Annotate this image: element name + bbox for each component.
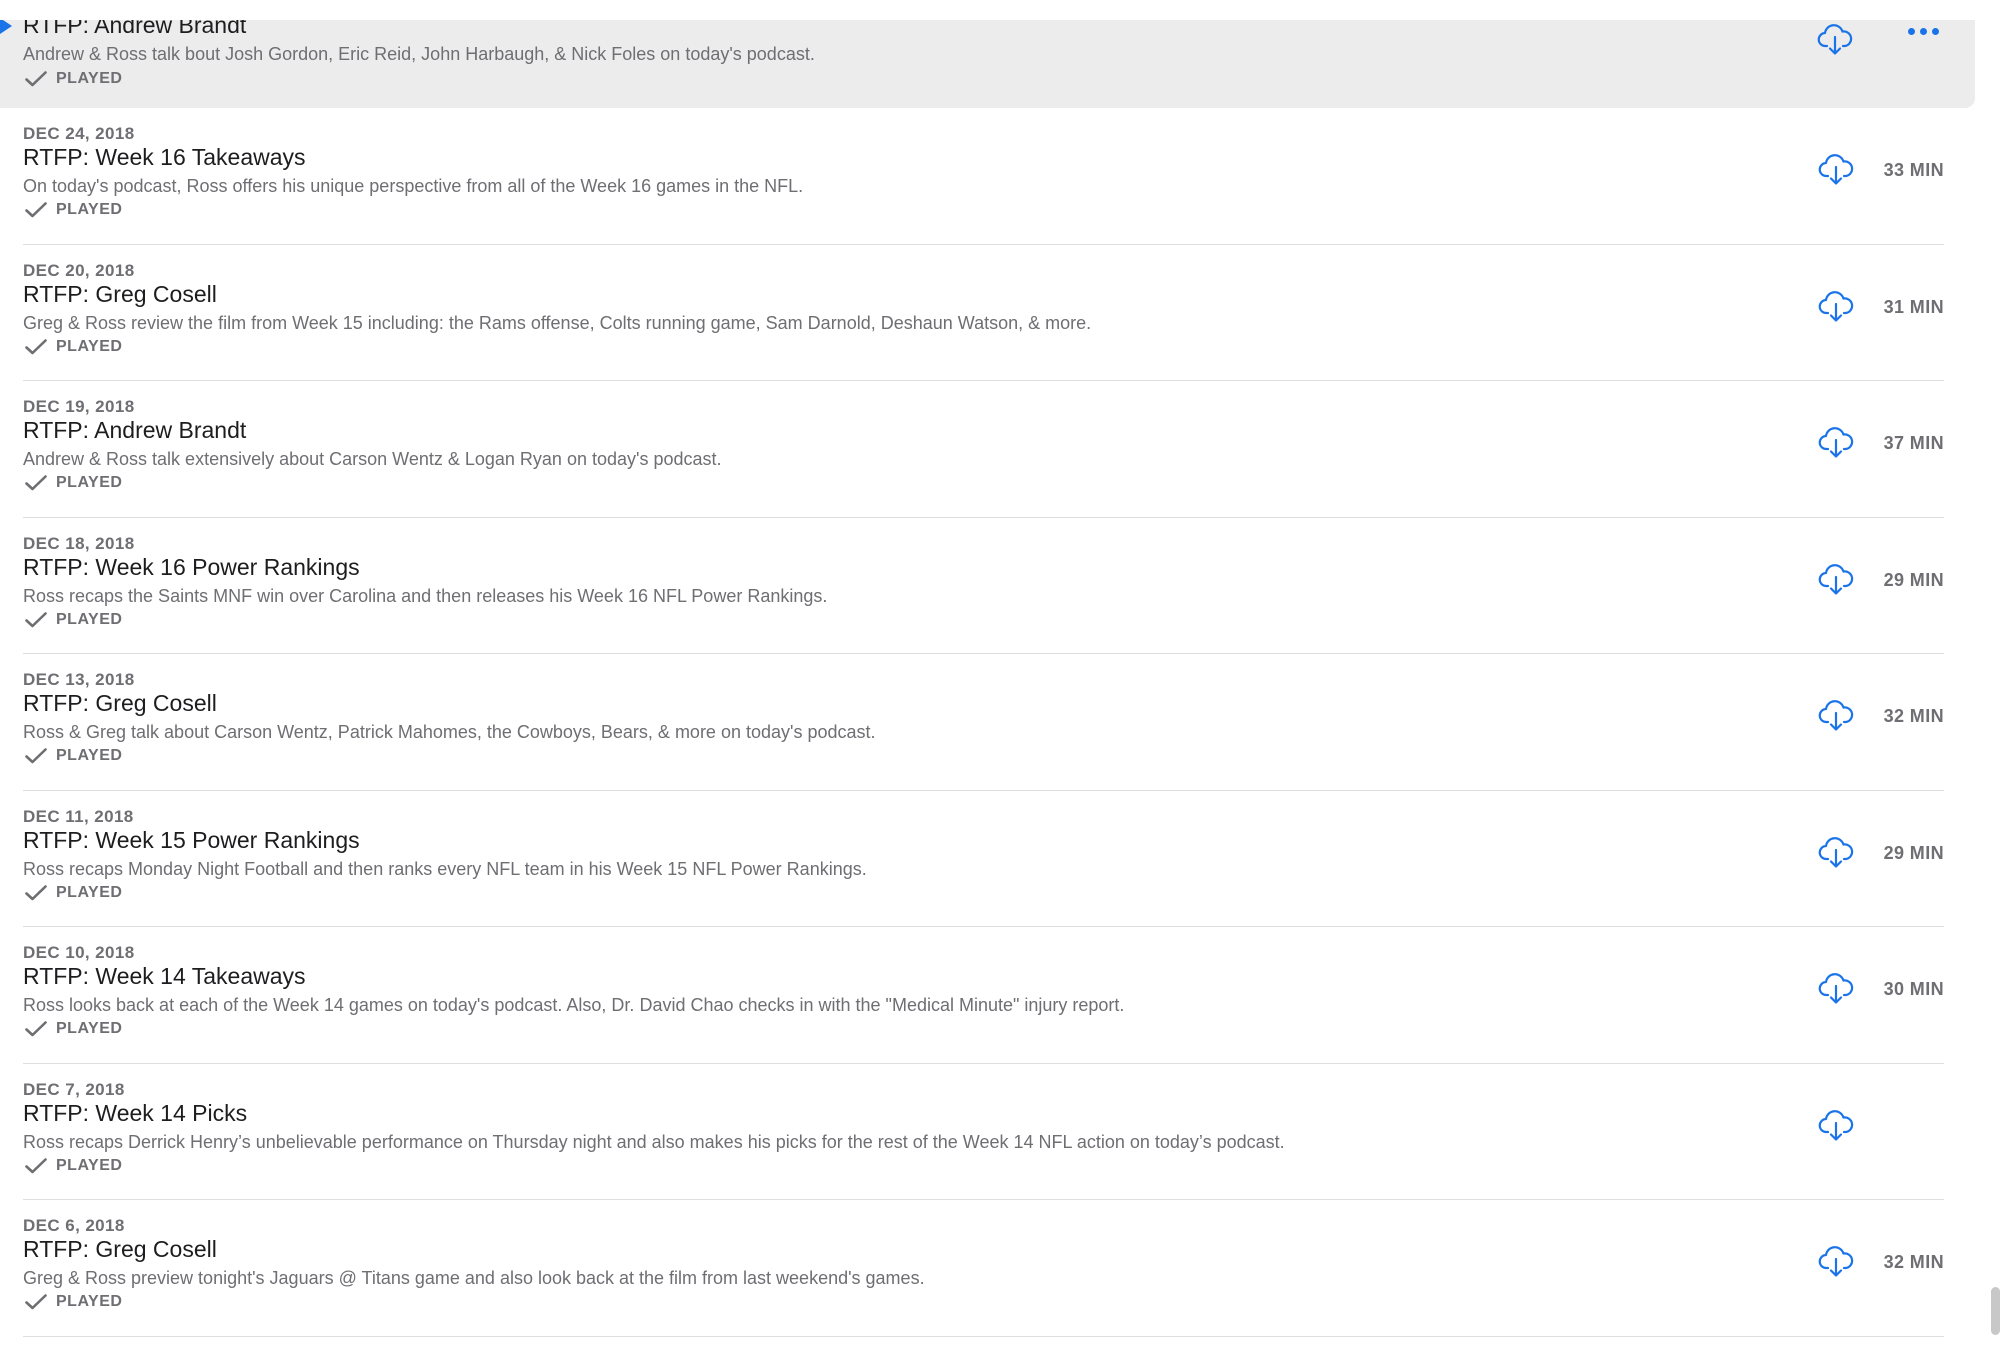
- episode-description: Ross recaps Monday Night Football and th…: [23, 858, 867, 879]
- episode-description: Greg & Ross preview tonight's Jaguars @ …: [23, 1268, 925, 1288]
- episode-row[interactable]: DEC 11, 2018 RTFP: Week 15 Power Ranking…: [23, 791, 1944, 927]
- checkmark-icon: [25, 1157, 47, 1173]
- checkmark-icon: [25, 611, 47, 627]
- played-status: PLAYED: [25, 201, 122, 219]
- episode-duration: 29 MIN: [1883, 569, 1944, 590]
- episode-row[interactable]: DEC 20, 2018 RTFP: Greg Cosell Greg & Ro…: [23, 245, 1944, 381]
- episode-description: Ross & Greg talk about Carson Wentz, Pat…: [23, 722, 876, 742]
- episode-row[interactable]: DEC 19, 2018 RTFP: Andrew Brandt Andrew …: [23, 381, 1944, 518]
- played-label: PLAYED: [56, 474, 123, 491]
- download-cloud-icon[interactable]: [1818, 1109, 1854, 1142]
- scrollbar-thumb[interactable]: [1991, 1287, 2000, 1335]
- episode-date: DEC 13, 2018: [23, 670, 135, 689]
- episode-title[interactable]: RTFP: Week 16 Takeaways: [23, 144, 306, 171]
- episode-duration: 32 MIN: [1883, 1252, 1944, 1272]
- played-status: PLAYED: [25, 1157, 122, 1175]
- episode-duration: 33 MIN: [1883, 160, 1944, 180]
- download-cloud-icon[interactable]: [1818, 700, 1854, 732]
- played-status: PLAYED: [25, 70, 122, 88]
- played-status: PLAYED: [25, 1020, 122, 1038]
- now-playing-icon: [0, 18, 12, 34]
- episode-duration: 37 MIN: [1883, 433, 1944, 453]
- episode-description: Ross recaps the Saints MNF win over Caro…: [23, 585, 828, 606]
- episode-title[interactable]: RTFP: Week 16 Power Rankings: [23, 554, 360, 581]
- more-options-icon[interactable]: [1908, 28, 1939, 35]
- episode-row[interactable]: DEC 7, 2018 RTFP: Week 14 Picks Ross rec…: [23, 1064, 1944, 1200]
- episode-row[interactable]: DEC 24, 2018 RTFP: Week 16 Takeaways On …: [23, 108, 1944, 245]
- download-cloud-icon[interactable]: [1818, 290, 1854, 323]
- checkmark-icon: [25, 202, 47, 218]
- episode-title[interactable]: RTFP: Greg Cosell: [23, 690, 217, 717]
- episode-title[interactable]: RTFP: Week 14 Takeaways: [23, 963, 306, 990]
- episode-description: On today's podcast, Ross offers his uniq…: [23, 176, 804, 196]
- episode-description: Andrew & Ross talk extensively about Car…: [23, 449, 722, 469]
- episode-date: DEC 10, 2018: [23, 943, 135, 962]
- played-label: PLAYED: [56, 1020, 123, 1037]
- episode-row[interactable]: DEC 10, 2018 RTFP: Week 14 Takeaways Ros…: [23, 927, 1944, 1064]
- episode-row[interactable]: DEC 18, 2018 RTFP: Week 16 Power Ranking…: [23, 518, 1944, 654]
- played-status: PLAYED: [25, 884, 122, 902]
- more-dot: [1920, 28, 1927, 35]
- played-status: PLAYED: [25, 747, 122, 765]
- checkmark-icon: [25, 1021, 47, 1037]
- episode-title[interactable]: RTFP: Greg Cosell: [23, 1236, 217, 1263]
- toolbar-edge: [0, 0, 2000, 20]
- checkmark-icon: [25, 884, 47, 900]
- episode-description: Greg & Ross review the film from Week 15…: [23, 312, 1092, 333]
- played-status: PLAYED: [25, 474, 122, 492]
- played-status: PLAYED: [25, 338, 122, 356]
- download-cloud-icon[interactable]: [1818, 154, 1854, 186]
- download-cloud-icon[interactable]: [1818, 1246, 1854, 1278]
- played-label: PLAYED: [56, 201, 123, 218]
- played-label: PLAYED: [56, 747, 123, 764]
- episode-duration: 31 MIN: [1883, 296, 1944, 317]
- episode-row[interactable]: DEC 13, 2018 RTFP: Greg Cosell Ross & Gr…: [23, 654, 1944, 791]
- played-label: PLAYED: [56, 883, 123, 901]
- episode-duration: 29 MIN: [1883, 842, 1944, 863]
- episode-date: DEC 11, 2018: [23, 806, 134, 826]
- episode-row[interactable]: DEC 6, 2018 RTFP: Greg Cosell Greg & Ros…: [23, 1200, 1944, 1337]
- checkmark-icon: [25, 1294, 47, 1310]
- episode-list: RTFP: Andrew Brandt Andrew & Ross talk b…: [0, 0, 1975, 1337]
- download-cloud-icon[interactable]: [1818, 563, 1854, 596]
- episode-date: DEC 7, 2018: [23, 1079, 125, 1099]
- episode-title[interactable]: RTFP: Week 14 Picks: [23, 1100, 247, 1127]
- more-dot: [1908, 28, 1915, 35]
- episode-date: DEC 6, 2018: [23, 1216, 125, 1235]
- more-dot: [1932, 28, 1939, 35]
- episode-description: Ross looks back at each of the Week 14 g…: [23, 995, 1125, 1015]
- episode-date: DEC 19, 2018: [23, 397, 135, 416]
- episode-date: DEC 20, 2018: [23, 260, 135, 280]
- checkmark-icon: [25, 338, 47, 354]
- episode-title[interactable]: RTFP: Andrew Brandt: [23, 417, 246, 444]
- played-label: PLAYED: [56, 70, 123, 87]
- checkmark-icon: [25, 71, 47, 87]
- episode-title[interactable]: RTFP: Greg Cosell: [23, 281, 217, 308]
- episode-duration: 32 MIN: [1883, 706, 1944, 726]
- episode-date: DEC 18, 2018: [23, 533, 135, 553]
- download-cloud-icon[interactable]: [1818, 836, 1854, 869]
- played-label: PLAYED: [56, 1156, 123, 1174]
- checkmark-icon: [25, 475, 47, 491]
- played-label: PLAYED: [56, 337, 123, 355]
- played-status: PLAYED: [25, 611, 122, 629]
- episode-description: Ross recaps Derrick Henry’s unbelievable…: [23, 1131, 1285, 1152]
- played-label: PLAYED: [56, 1293, 123, 1310]
- download-cloud-icon[interactable]: [1817, 24, 1853, 56]
- episode-description: Andrew & Ross talk bout Josh Gordon, Eri…: [23, 44, 815, 64]
- episode-date: DEC 24, 2018: [23, 124, 135, 143]
- download-cloud-icon[interactable]: [1818, 973, 1854, 1005]
- episode-duration: 30 MIN: [1883, 979, 1944, 999]
- played-status: PLAYED: [25, 1293, 122, 1311]
- download-cloud-icon[interactable]: [1818, 427, 1854, 459]
- played-label: PLAYED: [56, 610, 123, 628]
- checkmark-icon: [25, 748, 47, 764]
- episode-title[interactable]: RTFP: Week 15 Power Rankings: [23, 827, 360, 854]
